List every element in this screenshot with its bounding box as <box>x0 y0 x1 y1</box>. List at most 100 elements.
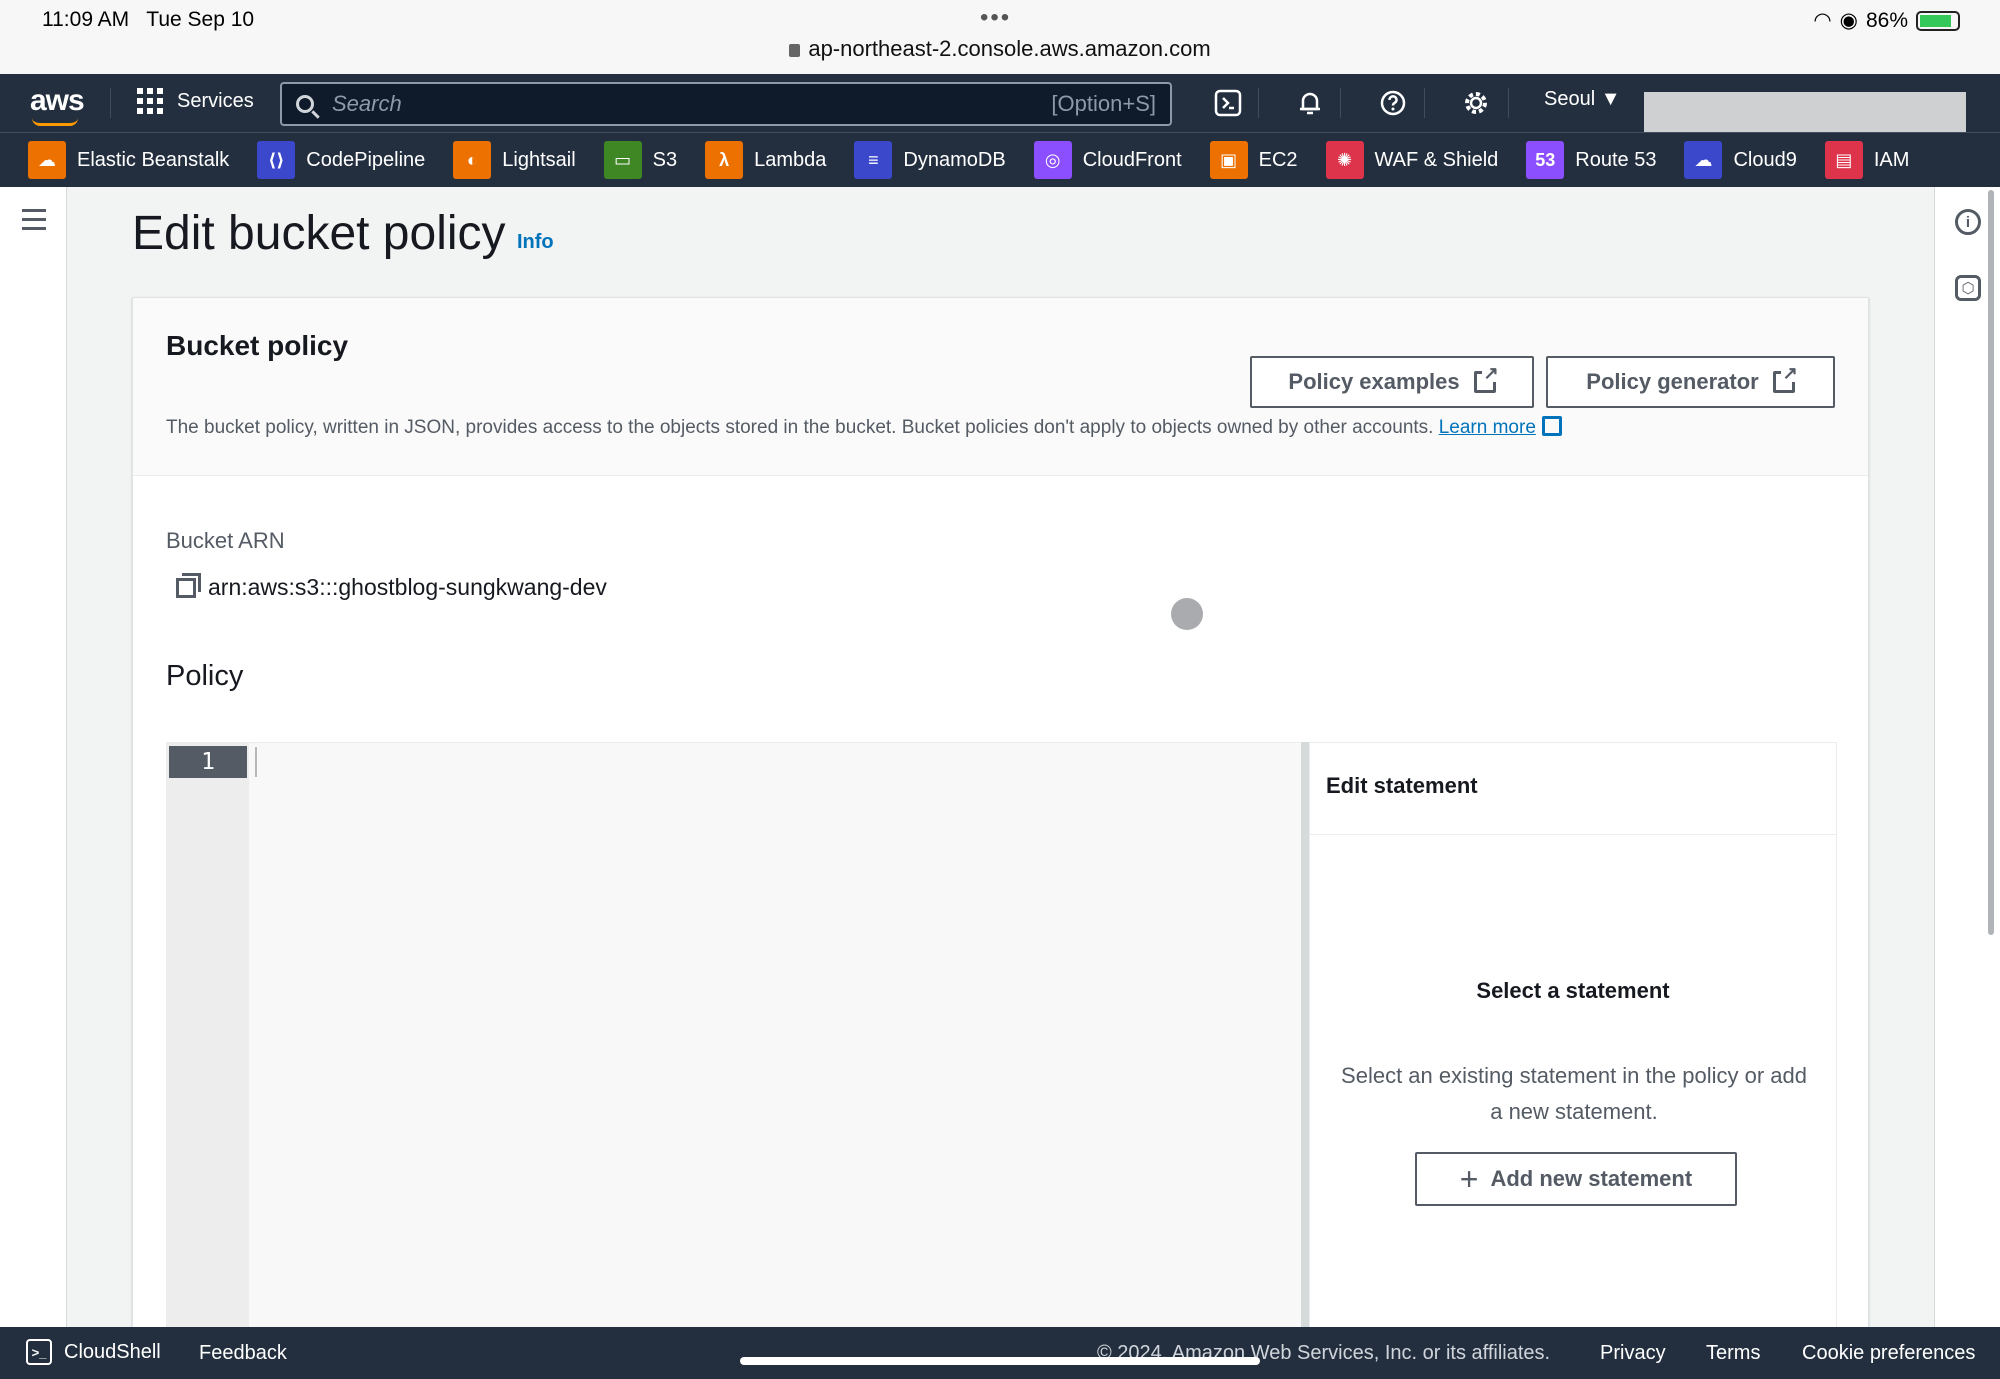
plus-icon: + <box>1459 1161 1479 1197</box>
page-title: Edit bucket policy <box>132 207 506 260</box>
waf-icon: ✺ <box>1325 141 1364 179</box>
status-time: 11:09 AM Tue Sep 10 <box>42 8 255 31</box>
favorite-route-53[interactable]: 53 Route 53 <box>1526 141 1656 179</box>
panel-header: Bucket policy Policy examples Policy gen… <box>133 298 1868 476</box>
add-new-statement-button[interactable]: + Add new statement <box>1415 1152 1737 1206</box>
search-bar[interactable]: [Option+S] <box>280 82 1172 126</box>
cloudshell-footer-button[interactable]: >_ CloudShell <box>26 1339 161 1365</box>
lambda-icon: λ <box>705 141 744 179</box>
grid-icon <box>137 88 163 114</box>
bucket-arn-value: arn:aws:s3:::ghostblog-sungkwang-dev <box>208 574 607 600</box>
console-footer: >_ CloudShell Feedback © 2024, Amazon We… <box>0 1327 2000 1379</box>
cloudshell-label: CloudShell <box>64 1340 161 1363</box>
services-menu-button[interactable]: Services <box>137 88 254 114</box>
external-link-icon <box>1541 416 1562 436</box>
panel-description: The bucket policy, written in JSON, prov… <box>166 416 1562 439</box>
aws-logo[interactable]: aws <box>30 84 85 126</box>
feedback-link[interactable]: Feedback <box>199 1342 287 1365</box>
favorite-s3[interactable]: ▭ S3 <box>603 141 677 179</box>
lock-icon <box>789 44 801 57</box>
policy-json-editor[interactable]: 1 <box>166 742 1302 1362</box>
policy-generator-label: Policy generator <box>1586 369 1759 394</box>
battery-icon <box>1916 10 1960 31</box>
external-link-icon <box>1772 364 1798 393</box>
favorite-ec2[interactable]: ▣ EC2 <box>1209 141 1298 179</box>
favorite-iam[interactable]: ▤ IAM <box>1824 141 1910 179</box>
copy-icon[interactable] <box>176 572 201 598</box>
search-shortcut: [Option+S] <box>1051 91 1156 116</box>
bell-icon <box>1300 92 1320 115</box>
favorite-cloudfront[interactable]: ◎ CloudFront <box>1033 141 1182 179</box>
favorite-lambda[interactable]: λ Lambda <box>705 141 826 179</box>
wifi-icon: ◠ <box>1813 9 1832 32</box>
info-link[interactable]: Info <box>517 231 554 254</box>
favorite-label: EC2 <box>1258 148 1298 171</box>
beanstalk-icon: ☁ <box>28 141 66 179</box>
favorite-dynamodb[interactable]: ≡ DynamoDB <box>854 141 1006 179</box>
favorite-label: IAM <box>1873 148 1910 171</box>
aws-smile-logo-icon <box>32 118 78 126</box>
info-panel-icon[interactable]: i <box>1955 209 1981 235</box>
hexagon-help-icon[interactable]: ⬡ <box>1955 275 1981 301</box>
cloudfront-icon: ◎ <box>1033 141 1072 179</box>
favorite-cloud9[interactable]: ☁ Cloud9 <box>1684 141 1797 179</box>
add-new-statement-label: Add new statement <box>1490 1166 1693 1191</box>
iam-icon: ▤ <box>1824 141 1863 179</box>
select-statement-description: Select an existing statement in the poli… <box>1341 1063 1807 1124</box>
select-statement-title: Select a statement <box>1476 978 1670 1003</box>
favorite-label: Lambda <box>754 148 827 171</box>
ios-status-bar: 11:09 AM Tue Sep 10 ••• ap-northeast-2.c… <box>0 0 2000 74</box>
description-text: The bucket policy, written in JSON, prov… <box>166 417 1434 438</box>
favorite-waf-shield[interactable]: ✺ WAF & Shield <box>1325 141 1498 179</box>
scrollbar[interactable] <box>1988 190 1994 935</box>
favorite-label: DynamoDB <box>903 148 1006 171</box>
notifications-button[interactable] <box>1293 86 1327 120</box>
editor-gutter: 1 <box>167 743 249 1361</box>
nav-divider <box>1424 88 1425 118</box>
region-selector[interactable]: Seoul ▼ <box>1544 88 1621 111</box>
policy-examples-button[interactable]: Policy examples <box>1250 356 1534 408</box>
edit-statement-title: Edit statement <box>1326 773 1478 798</box>
help-button[interactable] <box>1376 86 1410 120</box>
route53-icon: 53 <box>1526 141 1565 179</box>
orientation-lock-icon: ◉ <box>1839 9 1858 32</box>
favorite-codepipeline[interactable]: ⟨⟩ CodePipeline <box>257 141 425 179</box>
favorite-elastic-beanstalk[interactable]: ☁ Elastic Beanstalk <box>28 141 229 179</box>
favorite-lightsail[interactable]: ◐ Lightsail <box>453 141 576 179</box>
bucket-arn-label: Bucket ARN <box>166 528 285 553</box>
panel-title: Bucket policy <box>166 330 349 361</box>
services-label: Services <box>177 89 254 112</box>
edit-statement-panel: Edit statement Select a statement Select… <box>1309 742 1837 1362</box>
battery-percent: 86% <box>1865 8 1908 32</box>
bucket-arn-row: arn:aws:s3:::ghostblog-sungkwang-dev <box>176 572 607 601</box>
side-navigation <box>0 187 67 1327</box>
cloudshell-nav-button[interactable] <box>1211 86 1245 120</box>
line-number: 1 <box>169 746 247 778</box>
cookie-preferences-link[interactable]: Cookie preferences <box>1802 1342 1975 1365</box>
cloudshell-icon <box>1214 89 1242 117</box>
split-panel-divider[interactable] <box>1301 742 1309 1362</box>
touch-pointer <box>1171 598 1203 630</box>
s3-icon: ▭ <box>603 141 642 179</box>
external-link-icon <box>1473 364 1499 393</box>
address-bar[interactable]: ap-northeast-2.console.aws.amazon.com <box>0 36 2000 62</box>
more-dots-icon[interactable]: ••• <box>980 4 1011 32</box>
terms-link[interactable]: Terms <box>1706 1342 1760 1365</box>
privacy-link[interactable]: Privacy <box>1600 1342 1666 1365</box>
policy-generator-button[interactable]: Policy generator <box>1546 356 1835 408</box>
aws-top-nav: aws Services [Option+S] Seoul ▼ <box>0 74 2000 138</box>
search-input[interactable] <box>332 91 1052 117</box>
nav-divider <box>1508 88 1509 118</box>
learn-more-link[interactable]: Learn more <box>1439 417 1536 438</box>
policy-label: Policy <box>166 660 244 692</box>
settings-button[interactable] <box>1459 86 1493 120</box>
lightsail-icon: ◐ <box>453 141 492 179</box>
favorite-label: Cloud9 <box>1733 148 1797 171</box>
menu-icon[interactable] <box>22 209 46 236</box>
policy-examples-label: Policy examples <box>1288 369 1460 394</box>
text-caret <box>255 747 257 777</box>
favorite-label: CodePipeline <box>306 148 426 171</box>
favorite-label: Route 53 <box>1575 148 1657 171</box>
help-icon <box>1380 90 1406 116</box>
favorites-bar: ☁ Elastic Beanstalk ⟨⟩ CodePipeline ◐ Lightsa… <box>0 132 2000 187</box>
